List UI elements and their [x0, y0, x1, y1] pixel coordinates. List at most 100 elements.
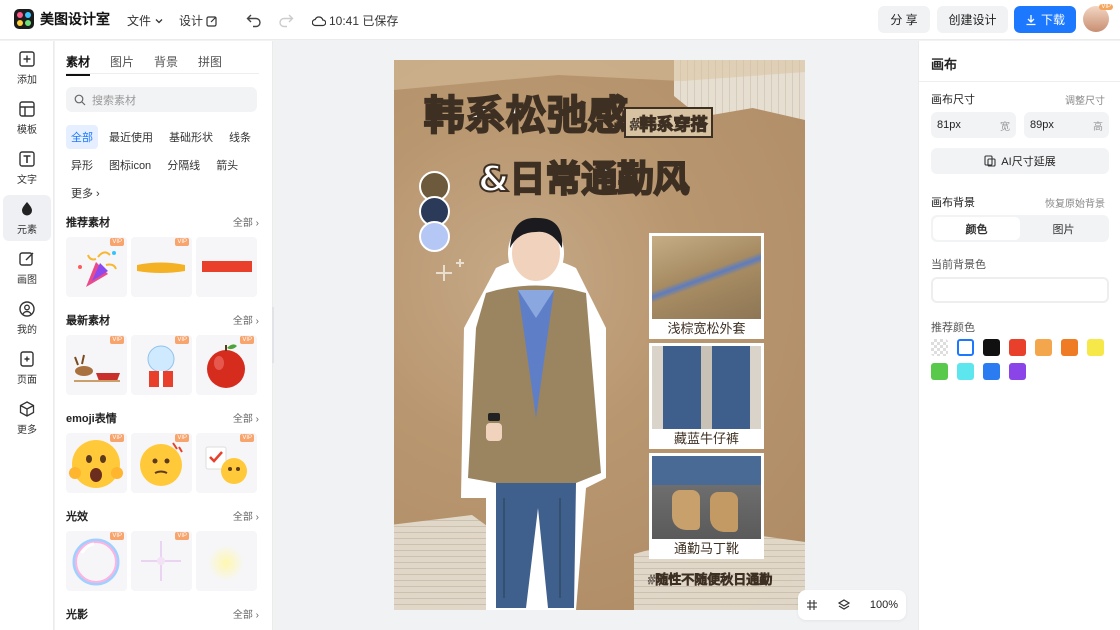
- product-card-boots[interactable]: 通勤马丁靴: [649, 453, 764, 559]
- segment-image[interactable]: 图片: [1020, 217, 1107, 240]
- zoom-level[interactable]: 100%: [870, 599, 898, 611]
- chip-all[interactable]: 全部: [66, 125, 98, 149]
- shocked-emoji-icon: [69, 440, 123, 488]
- grid-icon[interactable]: [806, 599, 818, 611]
- section-title: emoji表情: [66, 413, 117, 425]
- see-all-link[interactable]: 全部 ›: [233, 508, 259, 524]
- poster-hashtag[interactable]: #韩系穿搭: [624, 107, 714, 138]
- chip-basic-shapes[interactable]: 基础形状: [164, 125, 218, 149]
- vip-badge: VIP: [110, 434, 124, 442]
- material-thumb-check-emoji[interactable]: VIP: [196, 433, 257, 493]
- rail-label: 添加: [17, 75, 37, 86]
- vip-badge: VIP: [175, 434, 189, 442]
- color-swatch-blue[interactable]: [983, 363, 1000, 380]
- download-icon: [1026, 14, 1036, 25]
- app-logo[interactable]: 美图设计室: [14, 9, 110, 29]
- chip-more[interactable]: 更多 ›: [66, 181, 105, 205]
- see-all-link[interactable]: 全部 ›: [233, 312, 259, 328]
- rail-item-more[interactable]: 更多: [3, 395, 51, 441]
- width-unit: 宽: [1000, 121, 1010, 133]
- poster-canvas[interactable]: 韩系松弛感 #韩系穿搭 &日常通勤风 浅棕宽松外套 藏蓝牛仔裤 通勤马丁靴 #随…: [394, 60, 805, 610]
- chip-more-label: 更多: [71, 188, 93, 200]
- color-swatch-black[interactable]: [983, 339, 1000, 356]
- material-thumb-snow-globe-gift[interactable]: VIP: [131, 335, 192, 395]
- rail-item-text[interactable]: 文字: [3, 145, 51, 191]
- see-all-link[interactable]: 全部 ›: [233, 214, 259, 230]
- current-bg-color-field[interactable]: [931, 277, 1109, 303]
- product-caption: 通勤马丁靴: [673, 541, 739, 556]
- color-swatch-red[interactable]: [1009, 339, 1026, 356]
- chip-recent[interactable]: 最近使用: [104, 125, 158, 149]
- chip-lines[interactable]: 线条: [224, 125, 256, 149]
- rail-item-mine[interactable]: 我的: [3, 295, 51, 341]
- restore-bg-link[interactable]: 恢复原始背景: [1045, 195, 1105, 210]
- color-swatch-orange[interactable]: [1061, 339, 1078, 356]
- material-thumb-glow[interactable]: [196, 531, 257, 591]
- poster-title-line2[interactable]: &日常通勤风: [477, 150, 690, 202]
- color-swatch-green[interactable]: [931, 363, 948, 380]
- model-photo[interactable]: [456, 208, 616, 610]
- poster-footer-text[interactable]: #随性不随便秋日通勤: [648, 569, 773, 588]
- search-input[interactable]: 搜索素材: [66, 87, 257, 112]
- rail-item-template[interactable]: 模板: [3, 95, 51, 141]
- rail-label: 更多: [17, 425, 37, 436]
- layers-icon[interactable]: [837, 598, 851, 612]
- width-field[interactable]: 81px 宽: [931, 112, 1016, 138]
- material-thumb-shocked-emoji[interactable]: VIP: [66, 433, 127, 493]
- product-card-jacket[interactable]: 浅棕宽松外套: [649, 233, 764, 339]
- material-thumb-reindeer-sleigh[interactable]: VIP: [66, 335, 127, 395]
- rail-item-element[interactable]: 元素: [3, 195, 51, 241]
- material-thumb-sparkle[interactable]: VIP: [131, 531, 192, 591]
- chip-icons[interactable]: 图标icon: [104, 153, 156, 177]
- create-design-button[interactable]: 创建设计: [937, 6, 1008, 33]
- poster-title-line1[interactable]: 韩系松弛感: [423, 83, 629, 141]
- segment-color[interactable]: 颜色: [933, 217, 1020, 240]
- material-thumb-red-bar[interactable]: [196, 237, 257, 297]
- chip-dividers[interactable]: 分隔线: [162, 153, 205, 177]
- rail-item-add[interactable]: 添加: [3, 45, 51, 91]
- product-card-jeans[interactable]: 藏蓝牛仔裤: [649, 343, 764, 449]
- material-panel: 素材 图片 背景 拼图 搜索素材 全部 最近使用 基础形状 线条 异形 图标ic…: [55, 41, 273, 630]
- plus-square-icon: [19, 51, 35, 67]
- width-value: 81px: [937, 119, 961, 131]
- chip-arrows[interactable]: 箭头: [211, 153, 243, 177]
- material-thumb-bubble[interactable]: VIP: [66, 531, 127, 591]
- material-thumb-apple[interactable]: VIP: [196, 335, 257, 395]
- section-light-effect: 光效 全部 › VIP VIP: [66, 508, 259, 591]
- color-swatch-white[interactable]: [957, 339, 974, 356]
- redo-icon[interactable]: [277, 11, 295, 29]
- template-icon: [19, 101, 35, 117]
- height-value: 89px: [1030, 119, 1054, 131]
- see-all-link[interactable]: 全部 ›: [233, 606, 259, 622]
- sparkle-icon: [141, 541, 181, 581]
- section-title: 光效: [66, 511, 88, 523]
- color-swatch-light-orange[interactable]: [1035, 339, 1052, 356]
- adjust-size-link[interactable]: 调整尺寸: [1065, 92, 1105, 107]
- color-swatch-yellow[interactable]: [1087, 339, 1104, 356]
- height-field[interactable]: 89px 高: [1024, 112, 1109, 138]
- ai-extend-button[interactable]: AI尺寸延展: [931, 148, 1109, 174]
- color-swatch-purple[interactable]: [1009, 363, 1026, 380]
- chip-irregular[interactable]: 异形: [66, 153, 98, 177]
- apple-icon: [207, 344, 245, 388]
- material-thumb-thinking-emoji[interactable]: VIP: [131, 433, 192, 493]
- material-thumb-party-popper[interactable]: VIP: [66, 237, 127, 297]
- color-swatch-cyan[interactable]: [957, 363, 974, 380]
- rail-item-draw[interactable]: 画图: [3, 245, 51, 291]
- snow-globe-icon: [147, 345, 175, 387]
- download-button[interactable]: 下载: [1014, 6, 1076, 33]
- undo-icon[interactable]: [245, 11, 263, 29]
- palette-swatch-lightblue[interactable]: [419, 221, 450, 252]
- avatar[interactable]: VIP: [1083, 4, 1113, 32]
- file-menu[interactable]: 文件: [127, 12, 164, 29]
- see-all-link[interactable]: 全部 ›: [233, 410, 259, 426]
- left-rail: 添加 模板 文字 元素 画图 我的 页面 更多: [0, 41, 54, 630]
- chevron-down-icon: [155, 18, 163, 23]
- see-all-label: 全部: [232, 414, 253, 425]
- rail-item-page[interactable]: 页面: [3, 345, 51, 391]
- design-menu[interactable]: 设计: [179, 12, 218, 29]
- share-button[interactable]: 分 享: [878, 6, 930, 33]
- rail-label: 我的: [17, 325, 37, 336]
- material-thumb-brush-stroke[interactable]: VIP: [131, 237, 192, 297]
- color-swatch-transparent[interactable]: [931, 339, 948, 356]
